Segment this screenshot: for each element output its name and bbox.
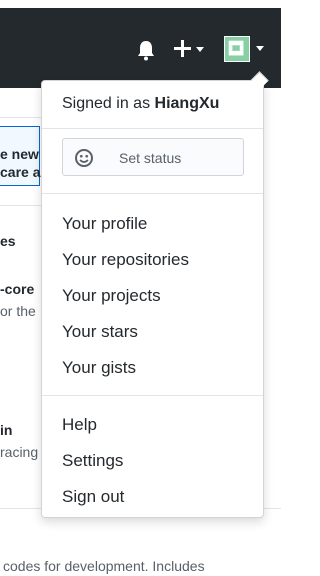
menu-item-your-projects[interactable]: Your projects: [62, 286, 161, 306]
set-status-button[interactable]: Set status: [62, 138, 244, 176]
menu-item-your-gists[interactable]: Your gists: [62, 358, 136, 378]
signed-in-header: Signed in as HiangXu: [62, 95, 219, 113]
footer-text: codes for development. Includes: [3, 558, 205, 574]
username: HiangXu: [154, 95, 220, 112]
menu-item-settings[interactable]: Settings: [62, 451, 123, 471]
repo-name[interactable]: in: [0, 422, 12, 438]
repo-desc: racing: [0, 444, 39, 460]
menu-item-sign-out[interactable]: Sign out: [62, 487, 124, 507]
plus-icon[interactable]: [173, 38, 205, 60]
set-status-label: Set status: [119, 150, 182, 166]
right-edge: [281, 0, 286, 576]
section-heading: es: [0, 233, 16, 249]
chevron-down-icon: [256, 46, 264, 51]
bg-divider: [0, 117, 41, 118]
user-dropdown-menu: Signed in as HiangXu Set status Your pro…: [41, 71, 269, 518]
avatar: [224, 36, 250, 62]
menu-item-your-repositories[interactable]: Your repositories: [62, 250, 189, 270]
smiley-icon: [75, 149, 93, 167]
avatar-button[interactable]: [224, 36, 266, 64]
bell-icon[interactable]: [136, 39, 156, 61]
repo-desc: or the: [0, 303, 36, 319]
top-edge: [0, 0, 286, 8]
menu-item-your-profile[interactable]: Your profile: [62, 214, 147, 234]
repo-name[interactable]: -core: [0, 281, 34, 297]
menu-item-help[interactable]: Help: [62, 415, 97, 435]
menu-item-your-stars[interactable]: Your stars: [62, 322, 138, 342]
bg-divider: [0, 205, 41, 206]
signed-in-prefix: Signed in as: [62, 95, 151, 112]
banner-text: care a: [0, 164, 41, 180]
divider: [42, 193, 263, 194]
divider: [42, 395, 263, 396]
divider: [42, 128, 263, 129]
